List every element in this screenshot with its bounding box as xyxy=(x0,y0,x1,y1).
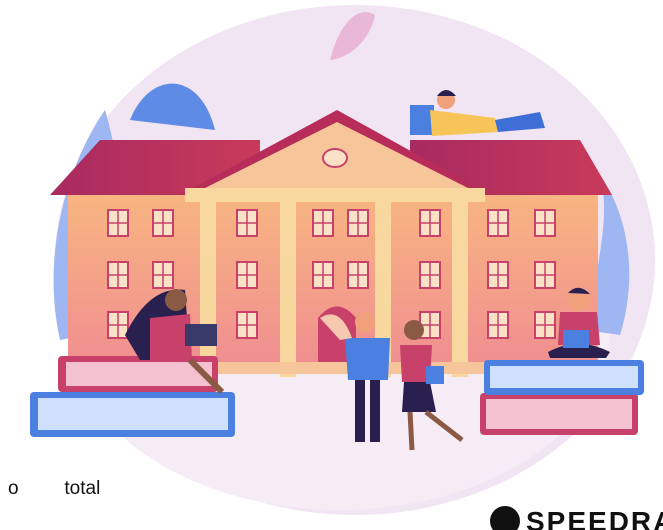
book-stack-right-icon xyxy=(480,360,644,435)
pediment-window-icon xyxy=(322,148,348,168)
caption-text: o total xyxy=(8,478,101,499)
book-stack-left-icon xyxy=(30,356,235,437)
logo-mark-icon xyxy=(490,506,520,530)
logo-text: SPEEDRA xyxy=(526,506,663,530)
logo: SPEEDRA xyxy=(490,490,663,530)
entablature xyxy=(185,188,485,202)
campus-illustration xyxy=(30,5,655,515)
